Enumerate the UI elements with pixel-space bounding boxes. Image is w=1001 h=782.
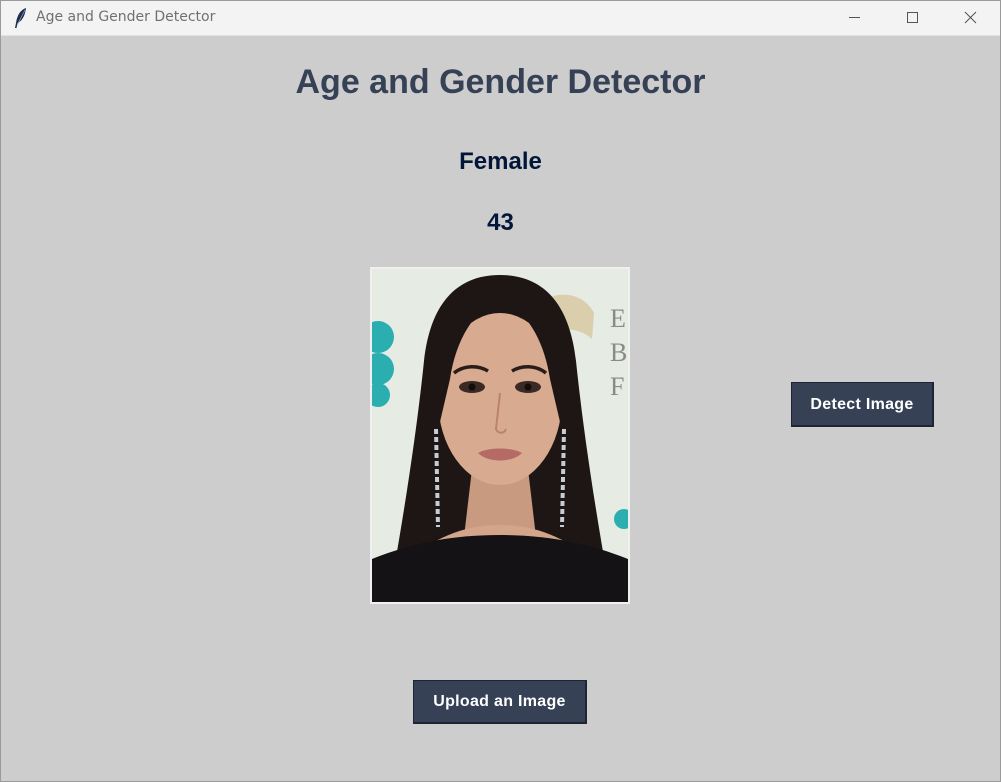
gender-result-label: Female	[459, 148, 542, 175]
app-window: Age and Gender Detector Age and Gender D…	[0, 0, 1001, 782]
minimize-icon	[849, 17, 860, 18]
title-bar[interactable]: Age and Gender Detector	[1, 1, 1000, 36]
feather-icon	[13, 7, 29, 29]
maximize-button[interactable]	[883, 1, 941, 35]
detect-image-button[interactable]: Detect Image	[791, 382, 934, 427]
uploaded-image: E B F	[370, 267, 630, 604]
maximize-icon	[907, 12, 918, 23]
window-title: Age and Gender Detector	[36, 9, 216, 25]
svg-text:E: E	[610, 304, 626, 333]
age-result-label: 43	[487, 209, 514, 236]
close-icon	[964, 11, 977, 24]
close-button[interactable]	[941, 1, 999, 35]
minimize-button[interactable]	[825, 1, 883, 35]
page-title: Age and Gender Detector	[295, 63, 706, 101]
portrait-photo: E B F	[372, 269, 628, 602]
svg-text:B: B	[610, 338, 627, 367]
main-content: Age and Gender Detector Female 43 E B F	[1, 36, 1000, 781]
upload-image-button[interactable]: Upload an Image	[413, 680, 587, 724]
svg-text:F: F	[610, 372, 624, 401]
